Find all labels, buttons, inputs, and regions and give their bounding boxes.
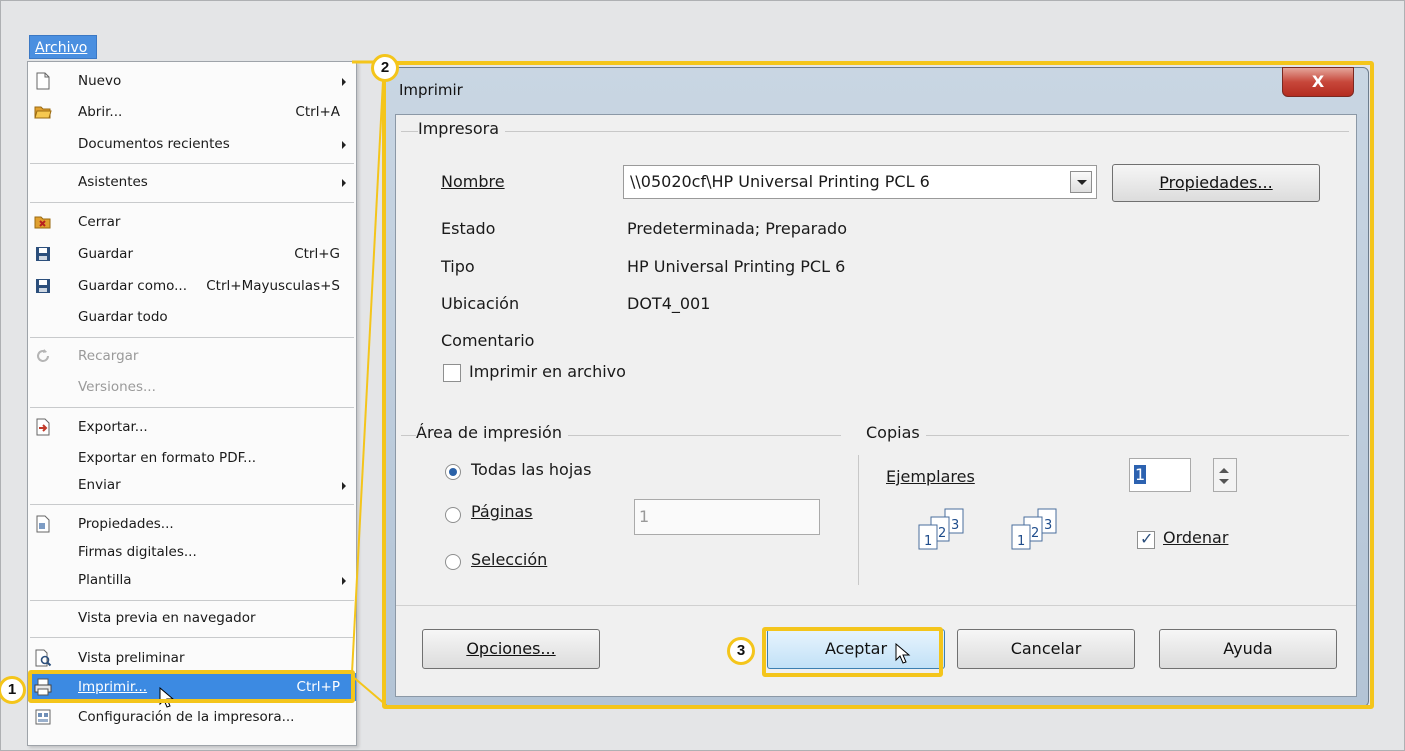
highlight-dialog: [382, 61, 1374, 709]
highlight-aceptar: [762, 627, 943, 677]
callout-number: 3: [727, 637, 755, 665]
highlight-imprimir: [28, 670, 355, 703]
screenshot-frame: Archivo Nuevo Abrir... Ctrl+A Documentos…: [0, 0, 1405, 751]
callout-number: 2: [371, 54, 399, 82]
